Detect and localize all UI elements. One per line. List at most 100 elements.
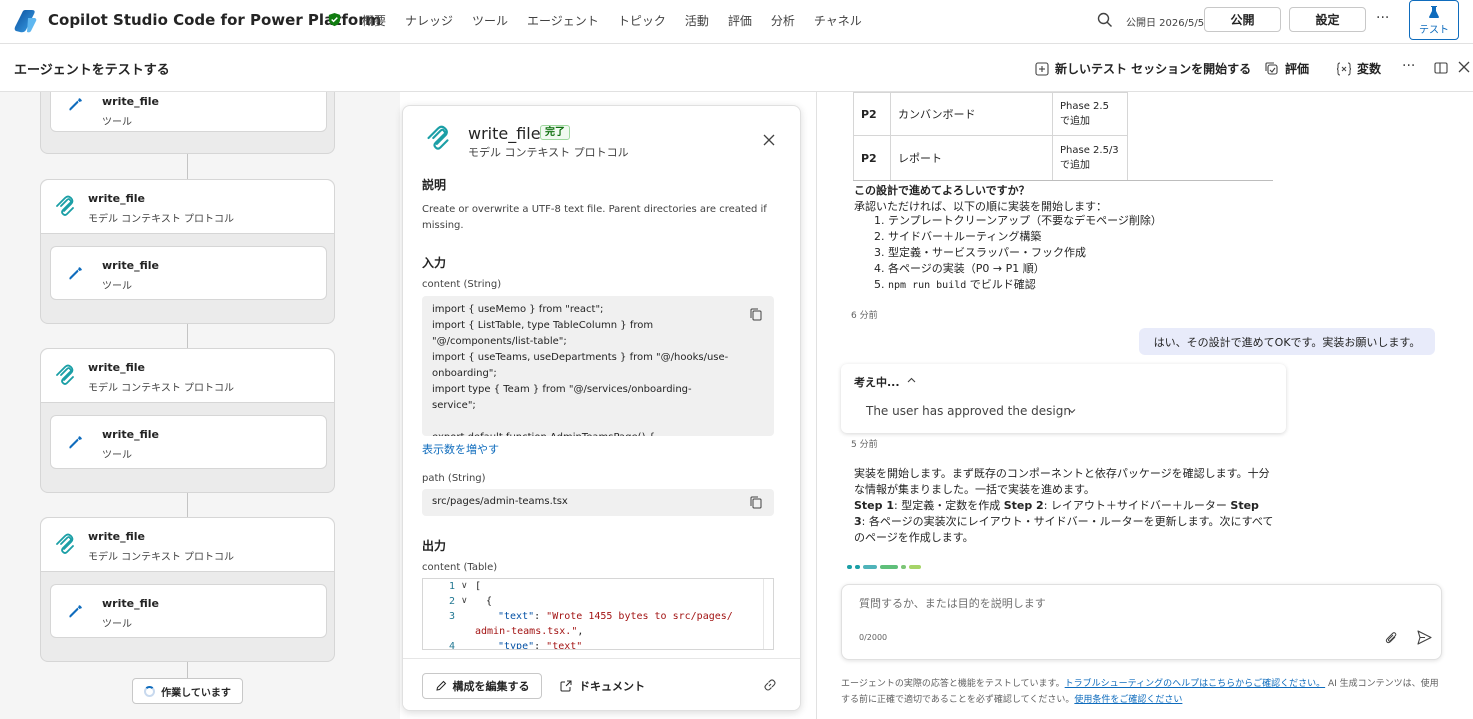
- fold-chevron-icon[interactable]: ∨: [461, 596, 468, 606]
- disclaimer: エージェントの実際の応答と機能をテストしています。トラブルシューティングのヘルプ…: [841, 679, 1439, 705]
- tool-card-title: write_file: [102, 95, 159, 108]
- content-input-value[interactable]: import { useMemo } from "react"; import …: [422, 296, 774, 436]
- detail-footer: 構成を編集する ドキュメント: [403, 658, 800, 710]
- close-icon[interactable]: [1458, 61, 1470, 73]
- evaluate-icon: [1265, 61, 1278, 75]
- path-value: src/pages/admin-teams.tsx: [432, 496, 568, 507]
- flow-tool-card[interactable]: write_file ツール: [50, 584, 327, 638]
- nav-topics[interactable]: トピック: [618, 12, 666, 29]
- flow-tool-card[interactable]: write_file ツール: [50, 92, 327, 132]
- mcp-card-title: write_file: [88, 192, 145, 205]
- test-more-button[interactable]: ···: [1402, 58, 1415, 74]
- mcp-card-title: write_file: [88, 361, 145, 374]
- test-button-label: テスト: [1419, 24, 1449, 36]
- description-text: Create or overwrite a UTF-8 text file. P…: [422, 204, 767, 231]
- list-item: 1. テンプレートクリーンアップ（不要なデモページ削除）: [874, 214, 1162, 227]
- mcp-card-subtitle: モデル コンテキスト プロトコル: [88, 552, 235, 563]
- mcp-icon: [56, 195, 74, 216]
- code-line: {: [486, 596, 493, 607]
- wrench-icon: [69, 605, 82, 618]
- line-number: 3: [448, 611, 455, 622]
- test-panel-title: エージェントをテストする: [14, 63, 170, 78]
- table-row: P2 カンバンボード Phase 2.5 で追加: [853, 92, 1128, 136]
- table-cell-feature: レポート: [890, 135, 1053, 181]
- message-timestamp: 6 分前: [851, 311, 878, 321]
- mcp-card-title: write_file: [88, 530, 145, 543]
- nav-tools[interactable]: ツール: [472, 12, 508, 29]
- mcp-card-header[interactable]: write_file モデル コンテキスト プロトコル: [41, 180, 334, 234]
- mcp-card-subtitle: モデル コンテキスト プロトコル: [88, 214, 235, 225]
- chevron-up-icon[interactable]: [907, 376, 916, 385]
- copilot-logo-icon[interactable]: [12, 8, 38, 34]
- pencil-icon: [435, 680, 446, 691]
- terms-link[interactable]: 使用条件をご確認ください: [1074, 695, 1182, 705]
- list-item: 2. サイドバー＋ルーティング構築: [874, 230, 1042, 243]
- thinking-label: 考え中...: [854, 376, 900, 389]
- tool-card-subtitle: ツール: [102, 281, 132, 292]
- nav-evaluation[interactable]: 評価: [728, 12, 752, 29]
- table-row: P2 レポート Phase 2.5/3 で追加: [853, 135, 1128, 181]
- nav-analytics[interactable]: 分析: [771, 12, 795, 29]
- status-badge: 完了: [540, 125, 570, 140]
- documentation-link[interactable]: ドキュメント: [560, 678, 645, 694]
- flow-connector: [187, 154, 188, 179]
- detail-title: write_file: [468, 124, 541, 143]
- fold-chevron-icon[interactable]: ∨: [461, 581, 468, 591]
- message-input[interactable]: 質問するか、または目的を説明します: [859, 595, 1046, 611]
- evaluate-label: 評価: [1285, 62, 1310, 76]
- thinking-summary: The user has approved the design: [866, 404, 1071, 418]
- activity-flow-canvas[interactable]: write_file ツール write_file モデル コンテキスト プロト…: [0, 92, 400, 719]
- flow-tool-card[interactable]: write_file ツール: [50, 415, 327, 469]
- flow-group: write_file モデル コンテキスト プロトコル write_file ツ…: [40, 348, 335, 493]
- settings-button[interactable]: 設定: [1289, 7, 1366, 32]
- troubleshooting-link[interactable]: トラブルシューティングのヘルプはこちらからご確認ください。: [1065, 679, 1325, 689]
- new-session-label: 新しいテスト セッションを開始する: [1055, 62, 1252, 76]
- new-session-button[interactable]: 新しいテスト セッションを開始する: [1035, 60, 1251, 77]
- mcp-card-header[interactable]: write_file モデル コンテキスト プロトコル: [41, 349, 334, 403]
- line-number: 2: [448, 596, 455, 607]
- documentation-label: ドキュメント: [579, 680, 645, 693]
- panel-icon[interactable]: [1434, 61, 1448, 75]
- chat-pane[interactable]: P2 カンバンボード Phase 2.5 で追加 P2 レポート Phase 2…: [816, 92, 1473, 719]
- nav-agents[interactable]: エージェント: [527, 12, 599, 29]
- close-icon[interactable]: [763, 134, 775, 146]
- variables-button[interactable]: 変数: [1337, 60, 1381, 77]
- nav-activity[interactable]: 活動: [685, 12, 709, 29]
- mcp-card-header[interactable]: write_file モデル コンテキスト プロトコル: [41, 518, 334, 572]
- test-beaker-icon: [1429, 5, 1439, 18]
- code-line: [: [475, 581, 482, 592]
- test-button[interactable]: テスト: [1409, 0, 1459, 40]
- nav-channels[interactable]: チャネル: [814, 12, 862, 29]
- chevron-down-icon[interactable]: [1068, 407, 1076, 415]
- tool-card-title: write_file: [102, 597, 159, 610]
- publish-date: 公開日 2026/5/5: [1126, 18, 1205, 29]
- flow-group: write_file ツール: [40, 92, 335, 154]
- more-options-button[interactable]: ···: [1376, 10, 1389, 26]
- thinking-card[interactable]: 考え中... The user has approved the design: [841, 364, 1286, 433]
- nav-overview[interactable]: 概要: [362, 12, 386, 29]
- editor-scrollbar[interactable]: [763, 579, 773, 649]
- send-icon[interactable]: [1417, 630, 1432, 645]
- line-number: 4: [448, 641, 455, 650]
- edit-config-button[interactable]: 構成を編集する: [422, 673, 542, 699]
- message-timestamp: 5 分前: [851, 440, 878, 450]
- table-cell-priority: P2: [853, 135, 891, 181]
- copy-icon[interactable]: [750, 308, 762, 321]
- evaluate-button[interactable]: 評価: [1265, 60, 1309, 77]
- copy-icon[interactable]: [750, 496, 762, 509]
- path-input-value[interactable]: src/pages/admin-teams.tsx: [422, 489, 774, 516]
- nav-knowledge[interactable]: ナレッジ: [405, 12, 453, 29]
- flow-connector: [187, 662, 188, 678]
- mcp-card-subtitle: モデル コンテキスト プロトコル: [88, 383, 235, 394]
- description-heading: 説明: [422, 178, 447, 192]
- flow-tool-card[interactable]: write_file ツール: [50, 246, 327, 300]
- attach-icon[interactable]: [1385, 631, 1398, 644]
- show-more-link[interactable]: 表示数を増やす: [422, 441, 499, 457]
- table-divider: [853, 180, 1273, 181]
- publish-button[interactable]: 公開: [1204, 7, 1281, 32]
- output-code-editor[interactable]: 1 ∨ [ 2 ∨ { 3 "text": "Wrote 1455 bytes …: [422, 578, 774, 650]
- link-icon[interactable]: [763, 678, 777, 692]
- search-icon[interactable]: [1097, 12, 1113, 28]
- variables-icon: [1337, 62, 1351, 75]
- message-composer[interactable]: 質問するか、または目的を説明します 0/2000: [841, 584, 1442, 660]
